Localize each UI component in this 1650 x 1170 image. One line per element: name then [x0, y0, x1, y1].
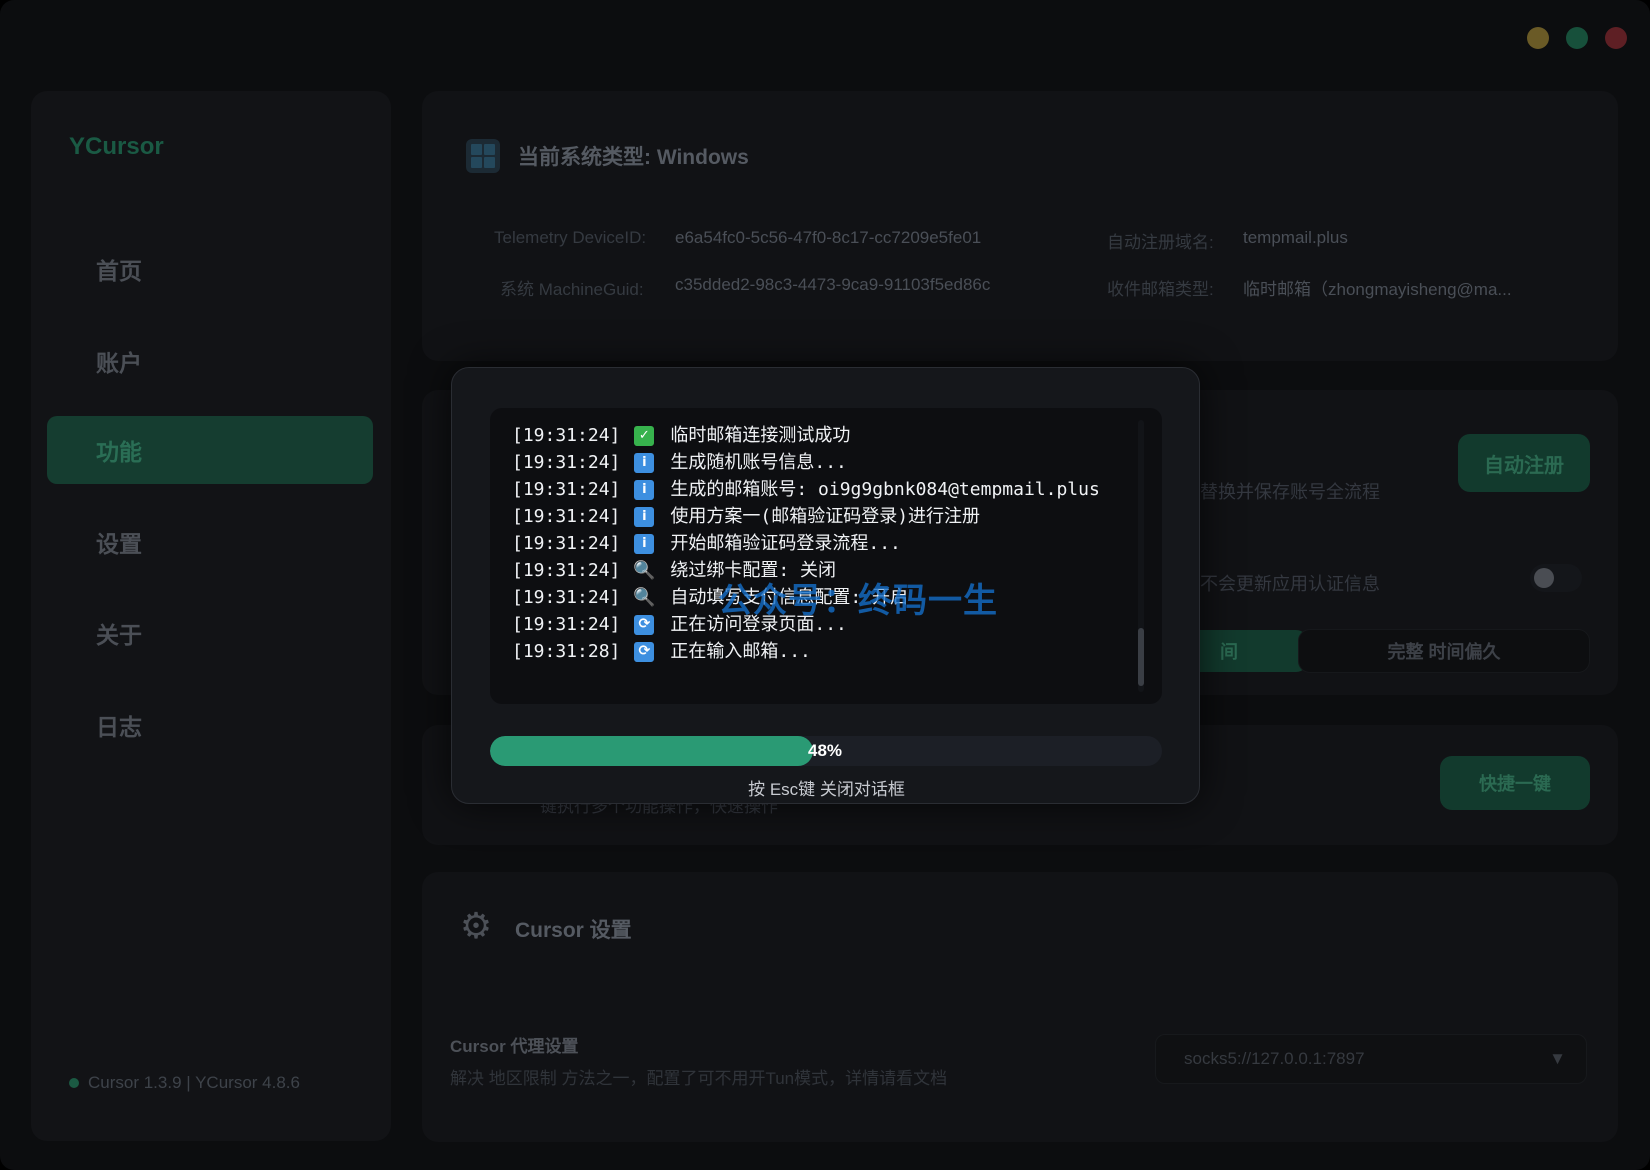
version-info: Cursor 1.3.9 | YCursor 4.8.6	[69, 1073, 300, 1093]
search-icon: 🔍	[633, 560, 656, 581]
mode-full-button[interactable]: 完整 时间偏久	[1298, 629, 1590, 673]
machine-guid-label: 系统 MachineGuid:	[500, 280, 644, 299]
cursor-settings-card: ⚙ Cursor 设置 Cursor 代理设置 解决 地区限制 方法之一，配置了…	[422, 872, 1618, 1142]
sidebar-item-features[interactable]: 功能	[47, 416, 373, 484]
register-domain-label: 自动注册域名:	[1107, 233, 1214, 252]
log-timestamp: [19:31:24]	[512, 479, 621, 500]
telemetry-label: Telemetry DeviceID:	[494, 228, 647, 247]
sidebar: YCursor 首页 账户 功能 设置 关于 日志 Cursor 1.3.9 |…	[31, 91, 391, 1141]
brand-logo: YCursor	[69, 133, 164, 160]
log-message: 正在输入邮箱...	[670, 641, 811, 662]
log-line: [19:31:24] i 开始邮箱验证码登录流程...	[512, 530, 1100, 557]
version-text: Cursor 1.3.9 | YCursor 4.8.6	[88, 1073, 300, 1092]
sidebar-item-label: 账户	[96, 350, 142, 376]
sidebar-item-label: 首页	[96, 258, 142, 284]
log-message: 生成的邮箱账号: oi9g9gbnk084@tempmail.plus	[670, 479, 1100, 500]
info-icon: i	[634, 533, 655, 554]
info-icon: i	[634, 506, 655, 527]
log-line: [19:31:24] ✓ 临时邮箱连接测试成功	[512, 422, 1100, 449]
scrollbar-thumb[interactable]	[1138, 628, 1144, 686]
update-auth-desc: 不会更新应用认证信息	[1200, 574, 1380, 594]
register-progress-dialog: [19:31:24] ✓ 临时邮箱连接测试成功 [19:31:24] i 生成随机账号信息…	[451, 367, 1200, 804]
log-timestamp: [19:31:24]	[512, 560, 621, 581]
log-line: [19:31:28] ⟳ 正在输入邮箱...	[512, 638, 1100, 665]
sidebar-item-settings[interactable]: 设置	[47, 508, 373, 576]
gear-icon: ⚙	[459, 905, 493, 946]
telemetry-value: e6a54fc0-5c56-47f0-8c17-cc7209e5fe01	[675, 228, 982, 247]
log-timestamp: [19:31:24]	[512, 506, 621, 527]
sync-icon: ⟳	[634, 614, 655, 635]
sidebar-item-account[interactable]: 账户	[47, 327, 373, 395]
machine-guid-value: c35dded2-98c3-4473-9ca9-91103f5ed86c	[675, 275, 991, 294]
proxy-value: socks5://127.0.0.1:7897	[1184, 1049, 1365, 1068]
log-line: [19:31:24] i 使用方案一(邮箱验证码登录)进行注册	[512, 503, 1100, 530]
check-icon: ✓	[634, 425, 655, 446]
sidebar-item-home[interactable]: 首页	[47, 235, 373, 303]
status-dot-icon	[69, 1078, 79, 1088]
sidebar-item-label: 功能	[96, 439, 142, 465]
log-list: [19:31:24] ✓ 临时邮箱连接测试成功 [19:31:24] i 生成随机账号信息…	[512, 422, 1100, 665]
maximize-button[interactable]	[1566, 27, 1588, 49]
auto-register-desc: 替换并保存账号全流程	[1200, 482, 1380, 502]
sync-icon: ⟳	[634, 641, 655, 662]
log-line: [19:31:24] i 生成随机账号信息...	[512, 449, 1100, 476]
close-button[interactable]	[1605, 27, 1627, 49]
log-message: 生成随机账号信息...	[670, 452, 847, 473]
toggle-knob	[1534, 568, 1554, 588]
sidebar-item-label: 关于	[96, 622, 142, 648]
log-message: 开始邮箱验证码登录流程...	[670, 533, 901, 554]
search-icon: 🔍	[633, 587, 656, 608]
info-icon: i	[634, 479, 655, 500]
sidebar-item-logs[interactable]: 日志	[47, 691, 373, 759]
sidebar-item-about[interactable]: 关于	[47, 599, 373, 667]
sidebar-item-label: 日志	[96, 714, 142, 740]
proxy-setting-title: Cursor 代理设置	[450, 1037, 579, 1056]
watermark-text: 公众号：终码一生	[718, 582, 998, 620]
quick-action-button[interactable]: 快捷一键	[1440, 756, 1590, 810]
system-type-title: 当前系统类型: Windows	[518, 146, 749, 169]
log-message: 使用方案一(邮箱验证码登录)进行注册	[670, 506, 981, 527]
update-auth-toggle[interactable]	[1530, 564, 1582, 592]
register-domain-value: tempmail.plus	[1243, 228, 1348, 247]
proxy-select[interactable]: socks5://127.0.0.1:7897 ▼	[1155, 1034, 1587, 1084]
info-icon: i	[634, 452, 655, 473]
auto-register-button[interactable]: 自动注册	[1458, 434, 1590, 492]
log-timestamp: [19:31:28]	[512, 641, 621, 662]
log-timestamp: [19:31:24]	[512, 425, 621, 446]
log-timestamp: [19:31:24]	[512, 614, 621, 635]
proxy-setting-desc: 解决 地区限制 方法之一，配置了可不用开Tun模式，详情请看文档	[450, 1069, 948, 1088]
log-timestamp: [19:31:24]	[512, 452, 621, 473]
log-line: [19:31:24] i 生成的邮箱账号: oi9g9gbnk084@tempmai…	[512, 476, 1100, 503]
app-window: YCursor 首页 账户 功能 设置 关于 日志 Cursor 1.3.9 |…	[0, 0, 1650, 1170]
sidebar-item-label: 设置	[96, 531, 142, 557]
log-timestamp: [19:31:24]	[512, 587, 621, 608]
mail-type-value: 临时邮箱（zhongmayisheng@ma...	[1243, 280, 1512, 299]
log-message: 临时邮箱连接测试成功	[670, 425, 851, 446]
esc-hint: 按 Esc键 关闭对话框	[748, 780, 905, 799]
cursor-settings-title: Cursor 设置	[515, 919, 632, 942]
chevron-down-icon: ▼	[1549, 1049, 1566, 1068]
windows-icon	[466, 139, 500, 173]
progress-label: 48%	[808, 741, 843, 760]
log-timestamp: [19:31:24]	[512, 533, 621, 554]
system-info-card: 当前系统类型: Windows Telemetry DeviceID: e6a5…	[422, 91, 1618, 361]
mail-type-label: 收件邮箱类型:	[1107, 280, 1214, 299]
log-panel[interactable]: [19:31:24] ✓ 临时邮箱连接测试成功 [19:31:24] i 生成随机账号信息…	[490, 408, 1162, 704]
progress-fill	[490, 736, 813, 766]
minimize-button[interactable]	[1527, 27, 1549, 49]
